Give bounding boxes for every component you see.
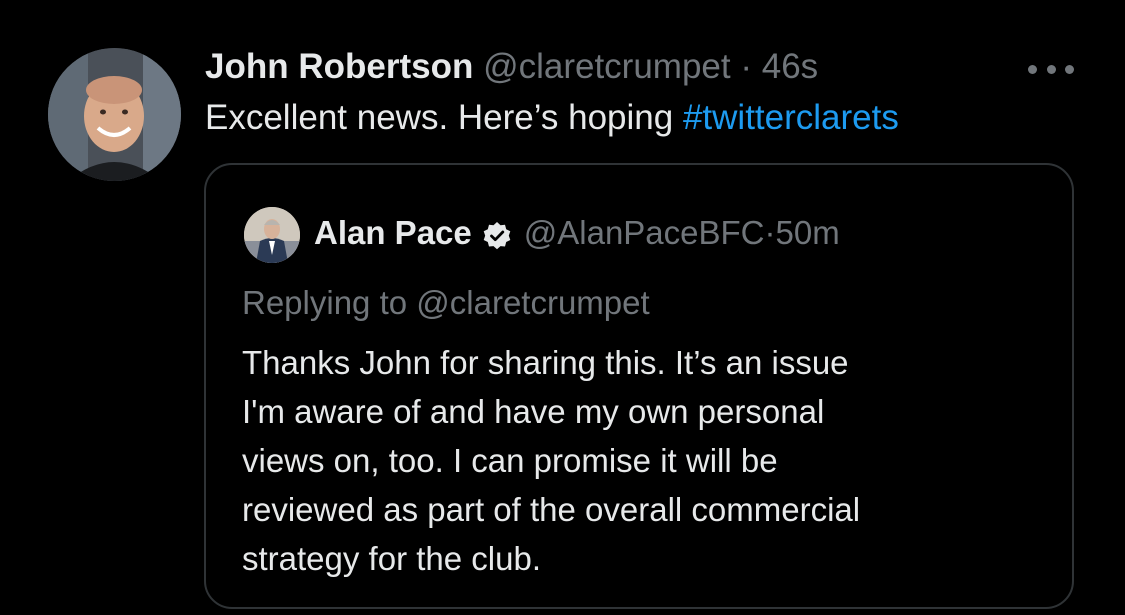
quoted-text-line: I'm aware of and have my own personal [242, 393, 825, 430]
more-options-icon[interactable] [1028, 62, 1074, 76]
more-dot [1046, 64, 1056, 74]
profile-avatar[interactable] [48, 48, 181, 181]
quoted-tweet-timestamp[interactable]: 50m [776, 211, 840, 255]
quoted-text-line: views on, too. I can promise it will be [242, 442, 778, 479]
quoted-time-separator: · [764, 214, 776, 251]
quoted-text-line: reviewed as part of the overall commerci… [242, 491, 861, 528]
author-handle[interactable]: @claretcrumpet [483, 47, 731, 86]
quoted-tweet-text: Thanks John for sharing this. It’s an is… [242, 338, 1042, 583]
author-name[interactable]: John Robertson [205, 47, 473, 86]
quoted-text-line: Thanks John for sharing this. It’s an is… [242, 344, 849, 381]
avatar-photo [48, 48, 181, 181]
more-dot [1065, 64, 1074, 74]
quoted-tweet-card[interactable]: Alan Pace @AlanPaceBFC · 50m Replying to… [204, 163, 1074, 609]
quoted-text-line: strategy for the club. [242, 540, 541, 577]
quoted-author-handle[interactable]: @AlanPaceBFC [524, 211, 765, 255]
tweet-text-body: Excellent news. Here’s hoping [205, 98, 683, 137]
verified-badge-icon [482, 218, 512, 250]
replying-to-label[interactable]: Replying to @claretcrumpet [242, 281, 650, 325]
time-separator: · [740, 47, 752, 86]
tweet-header: John Robertson @claretcrumpet · 46s [205, 44, 818, 90]
tweet-text: Excellent news. Here’s hoping #twittercl… [205, 95, 899, 141]
more-dot [1028, 64, 1037, 74]
hashtag-link[interactable]: #twitterclarets [683, 98, 899, 137]
quoted-avatar-photo [244, 207, 300, 263]
tweet-timestamp[interactable]: 46s [762, 47, 818, 86]
quoted-author-avatar[interactable] [244, 207, 300, 263]
quoted-author-name[interactable]: Alan Pace [314, 211, 472, 255]
quoted-tweet-header: Alan Pace @AlanPaceBFC · 50m [314, 211, 840, 255]
